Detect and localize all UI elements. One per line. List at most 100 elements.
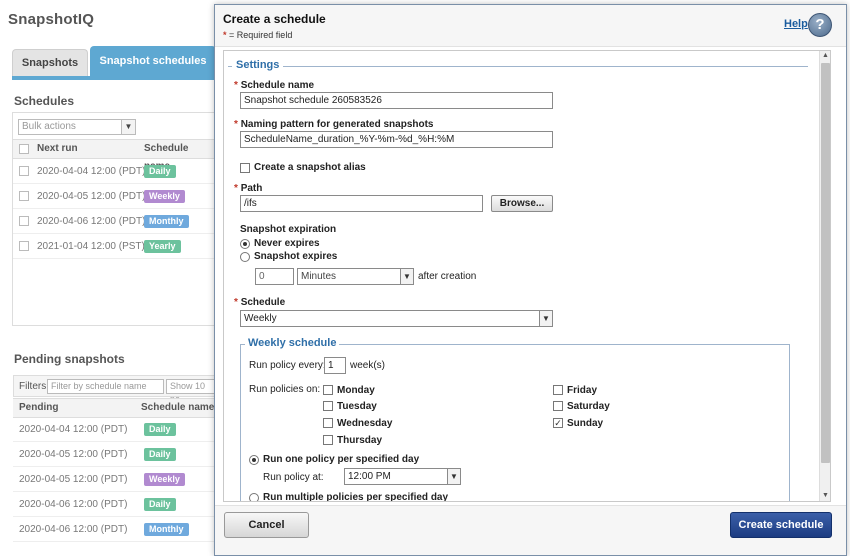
run-every-label: Run policy every: [249, 360, 326, 371]
create-schedule-dialog: Create a schedule * = Required field Hel… [214, 4, 847, 556]
run-multiple-policies-label: Run multiple policies per specified day [263, 492, 449, 502]
scroll-down-icon[interactable]: ▼ [820, 491, 830, 501]
run-multiple-policies-radio[interactable] [249, 493, 259, 501]
create-schedule-button[interactable]: Create schedule [730, 512, 832, 538]
schedule-name-input[interactable]: Snapshot schedule 260583526 [240, 92, 553, 109]
dialog-footer: Cancel Create schedule [215, 505, 846, 555]
expire-amount-input[interactable]: 0 [255, 268, 294, 285]
snapshot-expires-radio[interactable] [240, 252, 250, 262]
checkmark-icon: ✓ [554, 418, 562, 428]
snapshot-expires-label: Snapshot expires [254, 251, 338, 262]
saturday-checkbox[interactable] [553, 401, 563, 411]
chevron-down-icon: ▼ [539, 311, 552, 326]
table-row[interactable]: 2021-01-04 12:00 (PST) Yearly [13, 234, 216, 259]
row-checkbox[interactable] [19, 216, 29, 226]
never-expires-radio[interactable] [240, 239, 250, 249]
snapshot-expiration-label: Snapshot expiration [240, 224, 337, 235]
bulk-actions-label: Bulk actions [22, 121, 76, 132]
column-header-schedule-name: Schedule name [141, 402, 215, 413]
tuesday-label: Tuesday [337, 401, 377, 412]
dialog-scrollbar[interactable]: ▲ ▼ [819, 51, 830, 501]
tab-snapshots[interactable]: Snapshots [12, 49, 88, 76]
table-row: 2020-04-05 12:00 (PDT) Daily [13, 442, 216, 467]
column-header-pending: Pending [19, 402, 59, 413]
sunday-checkbox[interactable]: ✓ [553, 418, 563, 428]
naming-pattern-input[interactable]: ScheduleName_duration_%Y-%m-%d_%H:%M [240, 131, 553, 148]
schedules-table-header: Next run Schedule name [13, 139, 216, 172]
naming-pattern-label: * Naming pattern for generated snapshots [234, 119, 434, 130]
friday-label: Friday [567, 385, 598, 396]
schedule-label-text: Schedule [240, 297, 286, 308]
chevron-down-icon: ▼ [400, 269, 413, 284]
tuesday-checkbox[interactable] [323, 401, 333, 411]
schedule-label: * Schedule [234, 297, 285, 308]
dialog-body: Settings * Schedule name Snapshot schedu… [223, 50, 831, 502]
run-every-unit: week(s) [350, 360, 386, 371]
friday-checkbox[interactable] [553, 385, 563, 395]
schedule-badge: Yearly [144, 240, 181, 253]
thursday-checkbox[interactable] [323, 435, 333, 445]
monday-checkbox[interactable] [323, 385, 333, 395]
schedule-badge: Weekly [144, 190, 185, 203]
thursday-label: Thursday [337, 435, 383, 446]
bulk-actions-select[interactable]: Bulk actions ▼ [18, 119, 136, 135]
settings-divider [228, 66, 808, 67]
schedule-badge: Monthly [144, 215, 189, 228]
run-one-policy-label: Run one policy per specified day [263, 454, 420, 465]
scroll-up-icon[interactable]: ▲ [820, 51, 830, 61]
app-title: SnapshotIQ [8, 11, 95, 28]
row-checkbox[interactable] [19, 166, 29, 176]
wednesday-label: Wednesday [337, 418, 393, 429]
filter-schedule-input[interactable]: Filter by schedule name [47, 379, 164, 394]
schedule-badge: Daily [144, 448, 176, 461]
table-row[interactable]: 2020-04-05 12:00 (PDT) Weekly [13, 184, 216, 209]
show-entries-select[interactable]: Show 10 pe [166, 379, 216, 404]
browse-button[interactable]: Browse... [491, 195, 553, 212]
pending-filter-bar: Filters: Filter by schedule name Show 10… [13, 375, 216, 404]
row-checkbox[interactable] [19, 191, 29, 201]
run-at-select[interactable]: 12:00 PM ▼ [344, 468, 461, 485]
table-row: 2020-04-06 12:00 (PDT) Daily [13, 492, 216, 517]
run-one-policy-radio[interactable] [249, 455, 259, 465]
pending-cell: 2020-04-06 12:00 (PDT) [19, 524, 128, 535]
expire-unit-value: Minutes [301, 271, 337, 282]
select-all-checkbox[interactable] [19, 144, 29, 154]
table-row[interactable]: 2020-04-04 12:00 (PDT) Daily [13, 159, 216, 184]
table-row[interactable]: 2020-04-06 12:00 (PDT) Monthly [13, 209, 216, 234]
run-every-input[interactable]: 1 [324, 357, 346, 374]
schedule-badge: Daily [144, 498, 176, 511]
chevron-down-icon: ▼ [121, 120, 135, 134]
pending-cell: 2020-04-05 12:00 (PDT) [19, 449, 128, 460]
schedules-title: Schedules [14, 94, 75, 108]
table-row: 2020-04-04 12:00 (PDT) Daily [13, 417, 216, 442]
expire-unit-select[interactable]: Minutes ▼ [297, 268, 414, 285]
required-star: * [223, 30, 227, 40]
wednesday-checkbox[interactable] [323, 418, 333, 428]
schedule-badge: Daily [144, 165, 176, 178]
help-icon[interactable]: ? [808, 13, 832, 37]
required-star: * [234, 297, 238, 308]
naming-pattern-label-text: Naming pattern for generated snapshots [240, 119, 434, 130]
weekly-schedule-legend: Weekly schedule [245, 337, 340, 349]
tab-snapshot-schedules[interactable]: Snapshot schedules [90, 46, 216, 76]
next-run-cell: 2020-04-05 12:00 (PDT) [37, 191, 146, 202]
monday-label: Monday [337, 385, 375, 396]
schedule-badge: Weekly [144, 473, 185, 486]
chevron-down-icon: ▼ [447, 469, 460, 484]
schedule-select[interactable]: Weekly ▼ [240, 310, 553, 327]
pending-snapshots-title: Pending snapshots [14, 352, 125, 366]
saturday-label: Saturday [567, 401, 610, 412]
required-star: * [234, 119, 238, 130]
cancel-button[interactable]: Cancel [224, 512, 309, 538]
path-input[interactable]: /ifs [240, 195, 483, 212]
table-row: 2020-04-05 12:00 (PDT) Weekly [13, 467, 216, 492]
help-link[interactable]: Help [784, 18, 808, 30]
required-field-note: * = Required field [223, 30, 292, 40]
after-creation-label: after creation [418, 271, 477, 282]
snapshot-alias-checkbox[interactable] [240, 163, 250, 173]
row-checkbox[interactable] [19, 241, 29, 251]
column-header-next-run: Next run [37, 143, 78, 154]
pending-table-header: Pending Schedule name [13, 398, 216, 418]
tab-underline [12, 76, 222, 80]
scrollbar-thumb[interactable] [821, 63, 830, 463]
